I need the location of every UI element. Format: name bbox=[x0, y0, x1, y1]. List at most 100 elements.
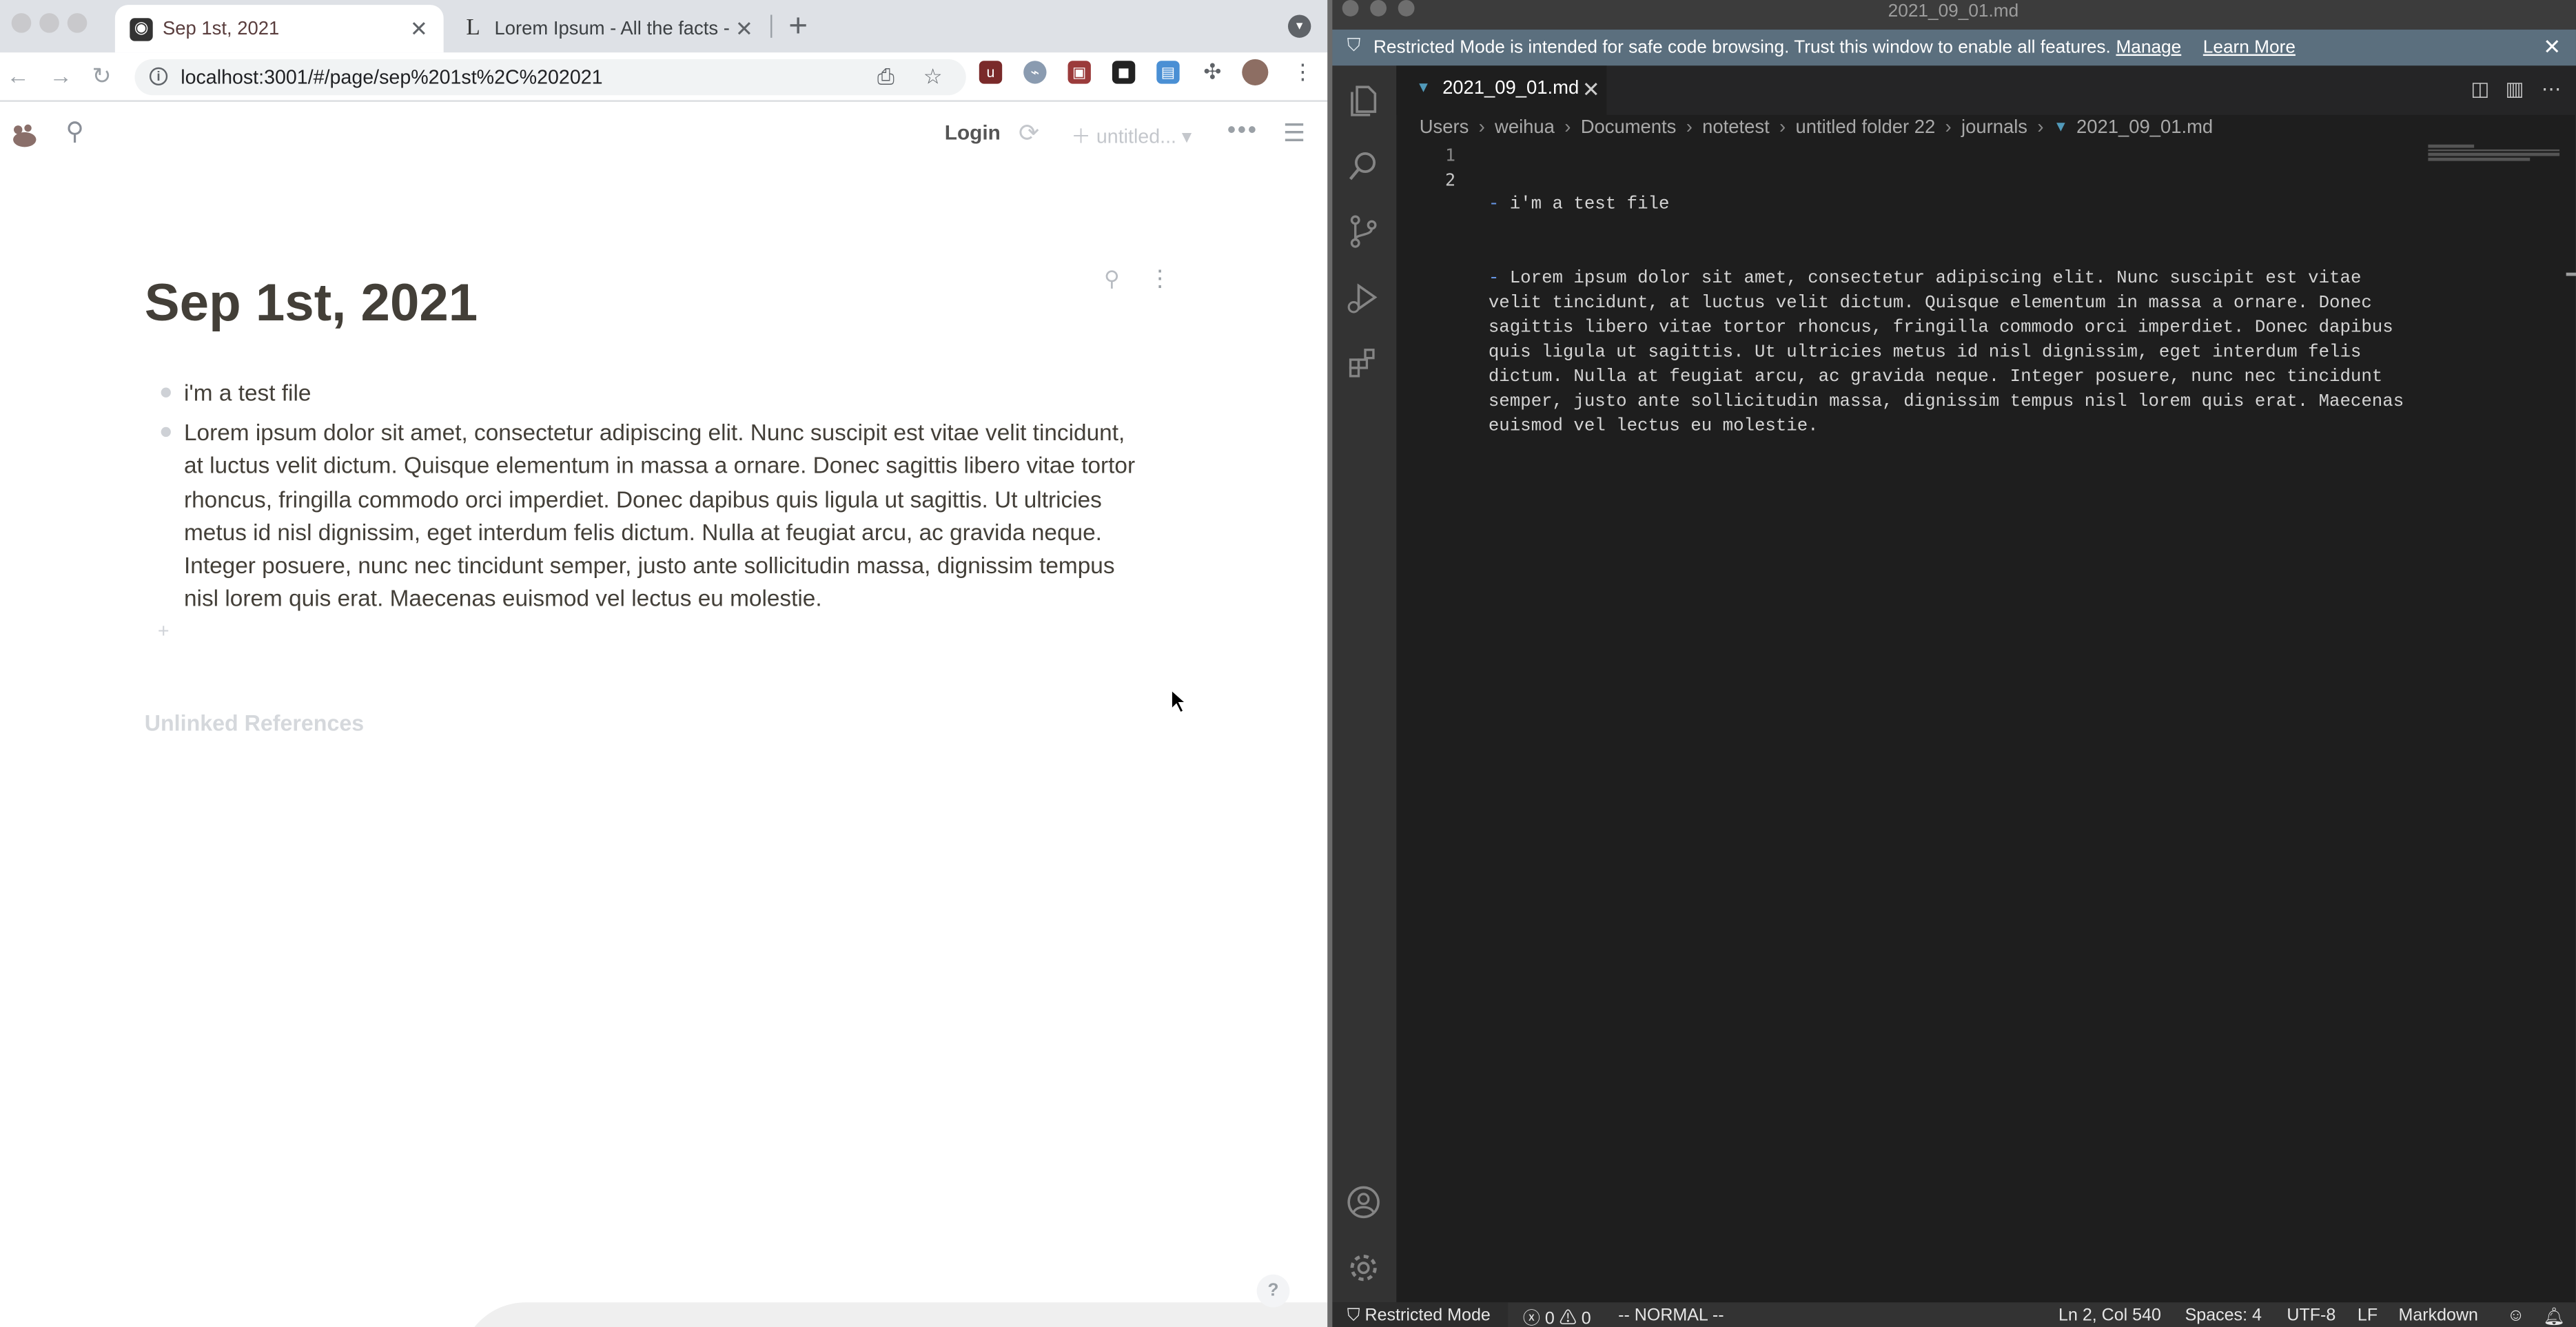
list-item[interactable]: i'm a test file bbox=[158, 376, 1150, 409]
vscode-titlebar: 2021_09_01.md bbox=[1330, 0, 2576, 30]
page-title[interactable]: Sep 1st, 2021 bbox=[145, 273, 478, 333]
tab-close-icon[interactable]: ✕ bbox=[733, 16, 755, 42]
code-editor[interactable]: - i'm a test file - Lorem ipsum dolor si… bbox=[1489, 145, 2425, 490]
back-icon[interactable]: ← bbox=[7, 63, 30, 89]
url-text: localhost:3001/#/page/sep%201st%2C%20202… bbox=[181, 65, 603, 89]
code-line-text: i'm a test file bbox=[1509, 195, 1670, 216]
open-preview-icon[interactable]: ◫ bbox=[2471, 77, 2489, 100]
code-line[interactable]: - Lorem ipsum dolor sit amet, consectetu… bbox=[1489, 268, 2425, 440]
close-icon[interactable]: ✕ bbox=[2543, 34, 2561, 61]
run-debug-icon[interactable] bbox=[1345, 279, 1381, 315]
chevron-right-icon: › bbox=[1945, 118, 1952, 138]
learn-more-link[interactable]: Learn More bbox=[2203, 38, 2296, 58]
window-maximize-button[interactable] bbox=[67, 13, 88, 33]
indentation-status[interactable]: Spaces: 4 bbox=[2185, 1306, 2262, 1326]
settings-gear-icon[interactable] bbox=[1345, 1250, 1381, 1286]
tab-separator bbox=[770, 14, 773, 38]
block-list: i'm a test file Lorem ipsum dolor sit am… bbox=[158, 376, 1150, 621]
close-icon[interactable]: ✕ bbox=[1582, 77, 1600, 103]
logseq-logo-icon[interactable] bbox=[10, 120, 39, 150]
extension-icon[interactable]: ⌁ bbox=[1023, 61, 1047, 84]
problems-status[interactable]: ⓧ 0 ⚠ 0 bbox=[1523, 1306, 1591, 1327]
site-info-icon[interactable]: i bbox=[149, 67, 168, 85]
breadcrumb-item[interactable]: Users bbox=[1420, 119, 1469, 138]
tab-label: 2021_09_01.md bbox=[1442, 79, 1580, 99]
editor-tab-active[interactable]: ▼ 2021_09_01.md ✕ bbox=[1396, 65, 1607, 115]
puzzle-icon[interactable]: ✣ bbox=[1201, 60, 1224, 83]
status-bar: ⛉ Restricted Mode ⓧ 0 ⚠ 0 -- NORMAL -- L… bbox=[1330, 1302, 2576, 1327]
help-button[interactable]: ? bbox=[1256, 1274, 1290, 1308]
page-more-icon[interactable]: ⋮ bbox=[1148, 265, 1171, 293]
notifications-bell-icon[interactable]: 🔔︎ bbox=[2543, 1306, 2565, 1327]
files-icon[interactable] bbox=[1345, 82, 1381, 118]
extension-icon[interactable]: ▤ bbox=[1156, 61, 1180, 84]
chevron-right-icon: › bbox=[2037, 118, 2044, 138]
mouse-cursor-icon bbox=[1170, 688, 1189, 714]
cursor-position-status[interactable]: Ln 2, Col 540 bbox=[2058, 1306, 2161, 1326]
vertical-scrollbar[interactable] bbox=[2566, 145, 2576, 1303]
extension-icon[interactable]: ▣ bbox=[1067, 61, 1091, 84]
ublock-icon[interactable]: u bbox=[979, 61, 1003, 84]
browser-tab-active[interactable]: ◉ Sep 1st, 2021 ✕ bbox=[114, 5, 444, 53]
line-number-gutter: 1 2 bbox=[1396, 145, 1462, 194]
tab-close-icon[interactable]: ✕ bbox=[407, 16, 430, 42]
code-line[interactable]: - i'm a test file bbox=[1489, 194, 2425, 218]
breadcrumb-item[interactable]: notetest bbox=[1702, 119, 1770, 138]
sidebar-toggle-icon[interactable]: ☰ bbox=[1283, 119, 1305, 148]
manage-link[interactable]: Manage bbox=[2116, 38, 2181, 58]
shield-icon: ⛉ bbox=[1347, 36, 1361, 56]
split-editor-icon[interactable]: ▥ bbox=[2505, 77, 2524, 100]
list-item[interactable]: Lorem ipsum dolor sit amet, consectetur … bbox=[158, 416, 1150, 615]
window-divider bbox=[1327, 0, 1333, 1327]
breadcrumb-item[interactable]: untitled folder 22 bbox=[1795, 119, 1935, 138]
reload-icon[interactable]: ↻ bbox=[92, 63, 111, 91]
page-search-icon[interactable]: ⚲ bbox=[1104, 266, 1120, 292]
tab-title: Sep 1st, 2021 bbox=[163, 19, 280, 39]
more-options-icon[interactable]: ••• bbox=[1227, 116, 1258, 145]
chevron-right-icon: › bbox=[1686, 118, 1693, 138]
install-app-icon[interactable]: ⎙ bbox=[877, 64, 895, 90]
profile-avatar[interactable] bbox=[1242, 59, 1269, 85]
eol-status[interactable]: LF bbox=[2358, 1306, 2378, 1326]
language-mode-status[interactable]: Markdown bbox=[2398, 1306, 2477, 1326]
browser-tab-inactive[interactable]: L Lorem Ipsum - All the facts - Li ✕ bbox=[447, 5, 768, 52]
breadcrumb-item[interactable]: journals bbox=[1961, 119, 2027, 138]
encoding-status[interactable]: UTF-8 bbox=[2287, 1306, 2335, 1326]
search-icon[interactable] bbox=[1345, 148, 1381, 184]
login-button[interactable]: Login bbox=[945, 121, 1001, 144]
sync-icon[interactable]: ⟳ bbox=[1019, 119, 1039, 148]
add-block-button[interactable]: + bbox=[158, 619, 170, 642]
markdown-file-icon: ▼ bbox=[2053, 118, 2069, 135]
forward-icon[interactable]: → bbox=[50, 63, 72, 89]
new-tab-button[interactable]: + bbox=[788, 8, 808, 46]
extension-icon[interactable]: ◼ bbox=[1112, 61, 1136, 84]
extensions-icon[interactable] bbox=[1345, 345, 1381, 381]
minimap[interactable] bbox=[2428, 144, 2560, 167]
breadcrumb-item[interactable]: weihua bbox=[1495, 119, 1555, 138]
search-icon[interactable]: ⚲ bbox=[65, 116, 83, 147]
restricted-mode-status[interactable]: ⛉ Restricted Mode bbox=[1347, 1306, 1491, 1327]
block-content[interactable]: i'm a test file bbox=[184, 380, 311, 406]
browser-menu-icon[interactable]: ⋮ bbox=[1291, 60, 1314, 83]
more-actions-icon[interactable]: ⋯ bbox=[2542, 77, 2562, 100]
restricted-mode-banner: ⛉ Restricted Mode is intended for safe c… bbox=[1330, 29, 2576, 66]
graph-name: untitled... bbox=[1096, 125, 1176, 148]
feedback-icon[interactable]: ☺ bbox=[2507, 1306, 2525, 1326]
tab-search-icon[interactable]: ▾ bbox=[1287, 14, 1311, 38]
account-icon[interactable] bbox=[1345, 1184, 1381, 1220]
window-close-button[interactable] bbox=[11, 13, 32, 33]
breadcrumb-item[interactable]: Documents bbox=[1581, 119, 1677, 138]
unlinked-references-heading[interactable]: Unlinked References bbox=[145, 711, 364, 736]
block-bullet[interactable] bbox=[161, 387, 171, 398]
window-minimize-button[interactable] bbox=[39, 13, 59, 33]
block-bullet[interactable] bbox=[161, 427, 171, 438]
bookmark-star-icon[interactable]: ☆ bbox=[923, 64, 943, 90]
source-control-icon[interactable] bbox=[1345, 214, 1381, 249]
address-bar[interactable]: i localhost:3001/#/page/sep%201st%2C%202… bbox=[134, 59, 966, 96]
breadcrumb-item[interactable]: 2021_09_01.md bbox=[2076, 119, 2213, 138]
block-content[interactable]: Lorem ipsum dolor sit amet, consectetur … bbox=[184, 419, 1135, 611]
chevron-right-icon: › bbox=[1779, 118, 1786, 138]
lipsum-favicon-icon: L bbox=[466, 15, 480, 41]
code-line-text: Lorem ipsum dolor sit amet, consectetur … bbox=[1488, 269, 2415, 438]
graph-selector[interactable]: ＋ untitled... ▾ bbox=[1071, 121, 1192, 150]
